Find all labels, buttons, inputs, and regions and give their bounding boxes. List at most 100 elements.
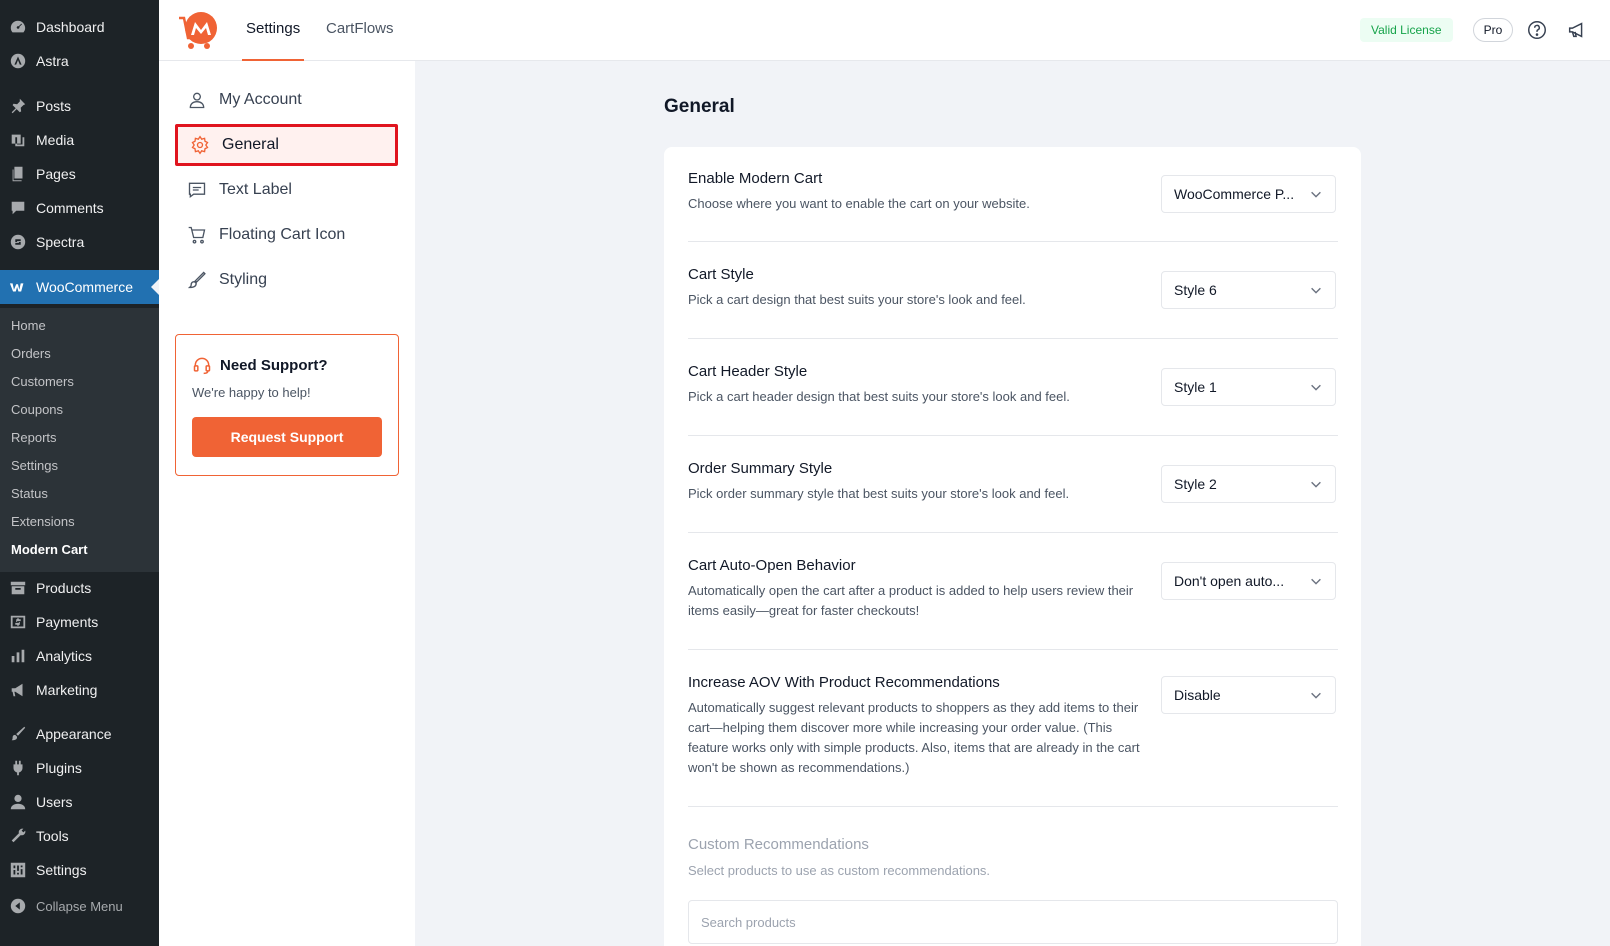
- tab-settings[interactable]: Settings: [242, 0, 305, 61]
- wp-menu-label: Payments: [36, 614, 99, 630]
- wrench-icon: [0, 827, 36, 845]
- select-value: Style 6: [1174, 282, 1217, 298]
- wp-menu-label: Posts: [36, 98, 72, 114]
- pin-icon: [0, 97, 36, 115]
- payments-icon: [0, 613, 36, 631]
- wp-menu-products[interactable]: Products: [0, 571, 159, 605]
- select-value: Disable: [1174, 687, 1221, 703]
- settings-nav-label: Text Label: [219, 181, 292, 198]
- setting-description: Pick order summary style that best suits…: [688, 486, 1070, 501]
- wp-menu-comments[interactable]: Comments: [0, 191, 159, 225]
- settings-nav-general[interactable]: General: [175, 124, 398, 166]
- wp-menu-pages[interactable]: Pages: [0, 157, 159, 191]
- tab-cartflows[interactable]: CartFlows: [326, 0, 394, 61]
- request-support-button[interactable]: Request Support: [192, 417, 382, 457]
- setting-row-cart-header-style: Cart Header Style Pick a cart header des…: [688, 339, 1338, 436]
- wp-menu-label: Analytics: [36, 648, 93, 664]
- submenu-modern-cart[interactable]: Modern Cart: [11, 540, 88, 560]
- wp-menu-astra[interactable]: Astra: [0, 44, 159, 78]
- page-title: General: [664, 96, 735, 117]
- pro-badge: Pro: [1473, 18, 1513, 42]
- wp-menu-plugins[interactable]: Plugins: [0, 751, 159, 785]
- product-recommendations-select[interactable]: Disable: [1161, 676, 1336, 714]
- settings-nav-text-label[interactable]: Text Label: [175, 169, 398, 211]
- wp-menu-woocommerce[interactable]: WooCommerce: [0, 270, 159, 304]
- settings-nav-floating-cart-icon[interactable]: Floating Cart Icon: [175, 214, 398, 256]
- submenu-status[interactable]: Status: [11, 484, 48, 504]
- wp-menu-media[interactable]: Media: [0, 123, 159, 157]
- wp-admin-sidebar: Dashboard Astra Posts Media Pages Commen…: [0, 0, 159, 946]
- settings-nav-styling[interactable]: Styling: [175, 259, 398, 301]
- submenu-home[interactable]: Home: [11, 316, 46, 336]
- wp-menu-users[interactable]: Users: [0, 785, 159, 819]
- woocommerce-submenu: Home Orders Customers Coupons Reports Se…: [0, 308, 159, 572]
- message-icon: [175, 180, 219, 200]
- select-value: Don't open auto...: [1174, 573, 1285, 589]
- support-title: Need Support?: [220, 356, 328, 374]
- setting-title: Cart Header Style: [688, 363, 808, 380]
- cart-auto-open-select[interactable]: Don't open auto...: [1161, 562, 1336, 600]
- plugin-header: Settings CartFlows Valid License Pro: [159, 0, 1610, 61]
- setting-description: Pick a cart design that best suits your …: [688, 292, 1026, 307]
- submenu-customers[interactable]: Customers: [11, 372, 74, 392]
- submenu-orders[interactable]: Orders: [11, 344, 51, 364]
- order-summary-style-select[interactable]: Style 2: [1161, 465, 1336, 503]
- settings-nav-label: Styling: [219, 271, 268, 288]
- dashboard-icon: [0, 18, 36, 36]
- setting-title: Cart Style: [688, 266, 754, 283]
- cart-header-style-select[interactable]: Style 1: [1161, 368, 1336, 406]
- chevron-down-icon: [1311, 287, 1321, 294]
- settings-sidebar: My Account General Text Label Floating C…: [159, 61, 415, 946]
- gear-icon: [178, 135, 222, 155]
- submenu-settings[interactable]: Settings: [11, 456, 58, 476]
- wp-menu-label: Pages: [36, 166, 76, 182]
- setting-title: Increase AOV With Product Recommendation…: [688, 674, 1000, 691]
- setting-title: Order Summary Style: [688, 460, 833, 477]
- astra-icon: [0, 52, 36, 70]
- wp-menu-payments[interactable]: Payments: [0, 605, 159, 639]
- general-settings-card: Enable Modern Cart Choose where you want…: [664, 147, 1361, 946]
- wp-menu-posts[interactable]: Posts: [0, 89, 159, 123]
- wp-menu-appearance[interactable]: Appearance: [0, 717, 159, 751]
- user-icon: [0, 793, 36, 811]
- select-value: Style 1: [1174, 379, 1217, 395]
- wp-menu-settings[interactable]: Settings: [0, 853, 159, 887]
- setting-description: Automatically suggest relevant products …: [688, 700, 1140, 775]
- wp-menu-analytics[interactable]: Analytics: [0, 639, 159, 673]
- brush-icon: [0, 725, 36, 743]
- wp-menu-label: Plugins: [36, 760, 82, 776]
- submenu-extensions[interactable]: Extensions: [11, 512, 75, 532]
- wp-menu-dashboard[interactable]: Dashboard: [0, 10, 159, 44]
- collapse-menu-button[interactable]: Collapse Menu: [0, 889, 159, 923]
- submenu-reports[interactable]: Reports: [11, 428, 57, 448]
- setting-description: Choose where you want to enable the cart…: [688, 196, 1030, 211]
- wp-menu-spectra[interactable]: Spectra: [0, 225, 159, 259]
- settings-nav-label: My Account: [219, 91, 302, 108]
- support-card: Need Support? We're happy to help! Reque…: [175, 334, 399, 476]
- wp-menu-label: Dashboard: [36, 19, 105, 35]
- collapse-menu-label: Collapse Menu: [36, 898, 123, 914]
- enable-modern-cart-select[interactable]: WooCommerce P...: [1161, 175, 1336, 213]
- settings-icon: [0, 861, 36, 879]
- comment-icon: [0, 199, 36, 217]
- wp-menu-tools[interactable]: Tools: [0, 819, 159, 853]
- announcement-icon[interactable]: [1566, 19, 1588, 41]
- woocommerce-icon: [0, 278, 36, 296]
- select-value: WooCommerce P...: [1174, 186, 1295, 202]
- setting-row-enable-modern-cart: Enable Modern Cart Choose where you want…: [688, 147, 1338, 242]
- support-description: We're happy to help!: [192, 385, 311, 400]
- wp-menu-label: Marketing: [36, 682, 98, 698]
- wp-menu-marketing[interactable]: Marketing: [0, 673, 159, 707]
- analytics-icon: [0, 647, 36, 665]
- chevron-down-icon: [1311, 578, 1321, 585]
- help-icon[interactable]: [1526, 19, 1548, 41]
- settings-nav-my-account[interactable]: My Account: [175, 79, 398, 121]
- wp-menu-label: Spectra: [36, 234, 85, 250]
- wp-menu-label: Astra: [36, 53, 69, 69]
- cart-style-select[interactable]: Style 6: [1161, 271, 1336, 309]
- submenu-coupons[interactable]: Coupons: [11, 400, 63, 420]
- search-products-input[interactable]: [688, 900, 1338, 944]
- select-value: Style 2: [1174, 476, 1217, 492]
- setting-title: Cart Auto-Open Behavior: [688, 557, 856, 574]
- brush-icon: [175, 270, 219, 290]
